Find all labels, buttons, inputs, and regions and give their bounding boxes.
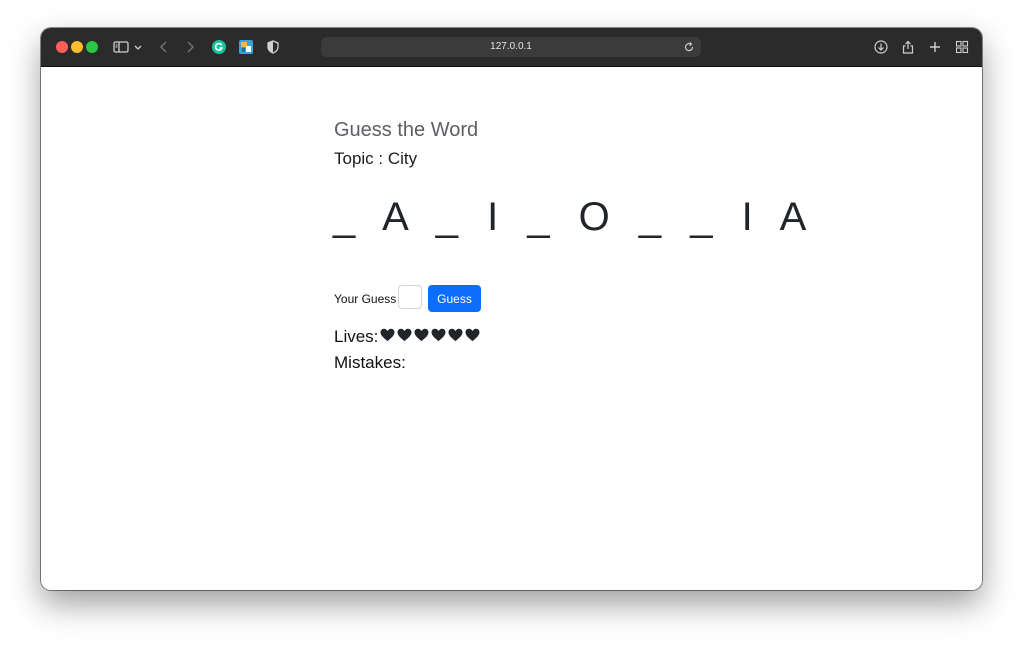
share-icon[interactable] — [900, 39, 916, 55]
address-bar[interactable]: 127.0.0.1 — [321, 37, 701, 57]
heart-icon — [414, 328, 429, 341]
forward-icon[interactable] — [183, 39, 197, 55]
mistakes-label: Mistakes: — [334, 353, 406, 372]
guess-label: Your Guess — [334, 292, 397, 306]
lives-label: Lives: — [334, 327, 379, 346]
grammarly-extension-icon[interactable] — [211, 39, 227, 55]
url-text: 127.0.0.1 — [490, 41, 532, 52]
extension-icon[interactable] — [238, 39, 254, 55]
browser-toolbar: 127.0.0.1 — [41, 28, 982, 67]
masked-word: _ A _ I _ O _ _ I A — [333, 195, 816, 239]
browser-window: 127.0.0.1 Guess the Word Topic: City _ … — [41, 28, 982, 590]
tab-overview-icon[interactable] — [954, 39, 970, 55]
heart-icon — [465, 328, 480, 341]
topic-label: Topic : City — [334, 149, 418, 168]
mistakes-row: Mistakes: — [334, 353, 406, 373]
guess-input[interactable] — [398, 285, 422, 309]
heart-icon — [380, 328, 395, 341]
privacy-shield-icon[interactable] — [266, 39, 280, 55]
guess-button[interactable]: Guess — [428, 285, 481, 312]
lives-row: Lives: — [334, 327, 480, 347]
download-icon[interactable] — [873, 39, 889, 55]
lives-hearts — [378, 328, 480, 347]
chevron-down-icon[interactable] — [133, 39, 143, 55]
heart-icon — [397, 328, 412, 341]
page-title: Guess the Word — [334, 119, 479, 141]
close-window-button[interactable] — [56, 41, 68, 53]
sidebar-icon[interactable] — [112, 39, 130, 55]
zoom-window-button[interactable] — [86, 41, 98, 53]
page-content: Guess the Word Topic : City _ A _ I _ O … — [41, 67, 982, 590]
heart-icon — [431, 328, 446, 341]
back-icon[interactable] — [157, 39, 171, 55]
heart-icon — [448, 328, 463, 341]
new-tab-icon[interactable] — [927, 39, 943, 55]
reload-icon[interactable] — [683, 41, 695, 53]
minimize-window-button[interactable] — [71, 41, 83, 53]
